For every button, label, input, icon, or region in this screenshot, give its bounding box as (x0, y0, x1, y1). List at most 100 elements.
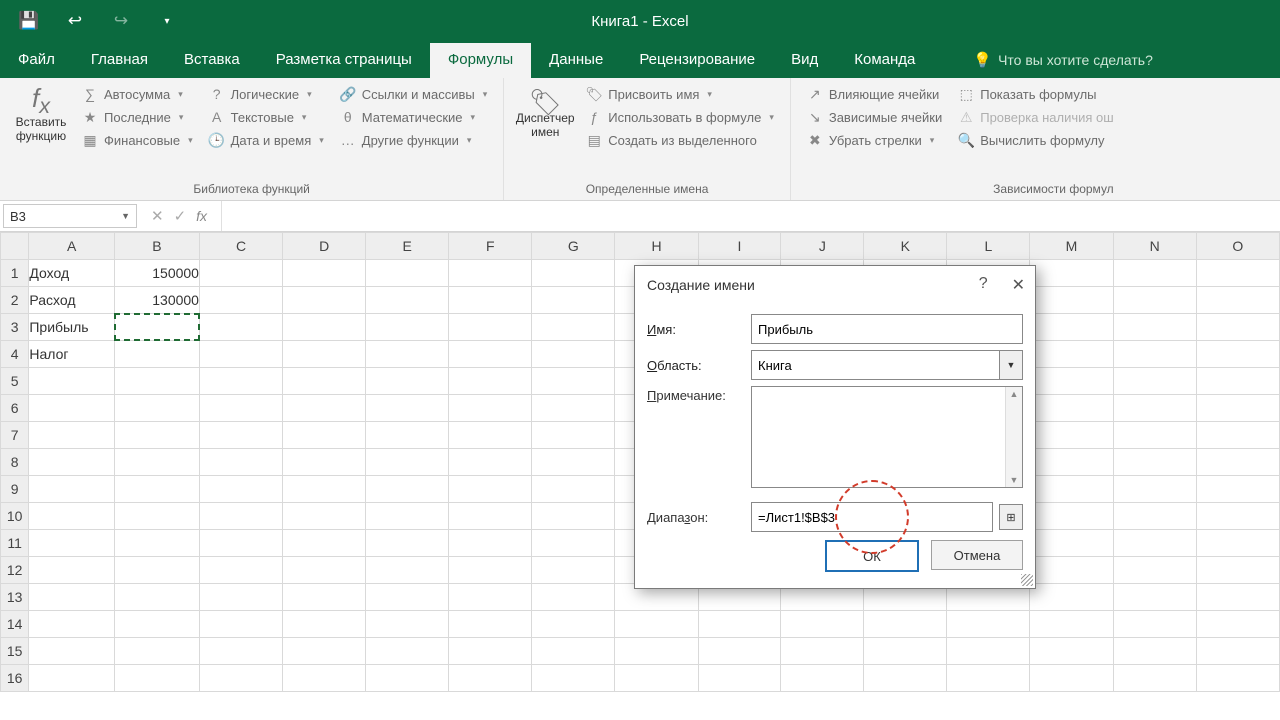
row-header-10[interactable]: 10 (1, 503, 29, 530)
cell-B16[interactable] (114, 665, 199, 692)
cell-A5[interactable] (29, 368, 115, 395)
cell-F1[interactable] (449, 260, 532, 287)
cell-O12[interactable] (1196, 557, 1279, 584)
cell-A6[interactable] (29, 395, 115, 422)
cell-E12[interactable] (366, 557, 449, 584)
cell-H14[interactable] (615, 611, 698, 638)
name-manager-button[interactable]: 🏷 Диспетчер имен (512, 82, 578, 152)
cell-M5[interactable] (1030, 368, 1113, 395)
cell-C7[interactable] (199, 422, 282, 449)
row-header-12[interactable]: 12 (1, 557, 29, 584)
cell-A10[interactable] (29, 503, 115, 530)
cell-C2[interactable] (199, 287, 282, 314)
cell-D11[interactable] (283, 530, 366, 557)
cell-D1[interactable] (283, 260, 366, 287)
range-field[interactable] (751, 502, 993, 532)
note-textarea[interactable]: ▲▼ (751, 386, 1023, 488)
cell-G14[interactable] (532, 611, 615, 638)
cell-G16[interactable] (532, 665, 615, 692)
cell-F15[interactable] (449, 638, 532, 665)
cell-M2[interactable] (1030, 287, 1113, 314)
cell-B9[interactable] (114, 476, 199, 503)
cell-A4[interactable]: Налог (29, 341, 115, 368)
cell-O9[interactable] (1196, 476, 1279, 503)
math-button[interactable]: θМатематические▾ (336, 107, 491, 127)
cell-N9[interactable] (1113, 476, 1196, 503)
col-header-H[interactable]: H (615, 233, 698, 260)
col-header-K[interactable]: K (864, 233, 947, 260)
cell-F14[interactable] (449, 611, 532, 638)
name-box[interactable]: B3 ▼ (3, 204, 137, 228)
cell-N11[interactable] (1113, 530, 1196, 557)
cell-F5[interactable] (449, 368, 532, 395)
cell-A2[interactable]: Расход (29, 287, 115, 314)
cell-H15[interactable] (615, 638, 698, 665)
cell-M10[interactable] (1030, 503, 1113, 530)
cell-M12[interactable] (1030, 557, 1113, 584)
cell-M9[interactable] (1030, 476, 1113, 503)
cell-C1[interactable] (199, 260, 282, 287)
tab-file[interactable]: Файл (0, 43, 73, 78)
cell-O3[interactable] (1196, 314, 1279, 341)
cell-M13[interactable] (1030, 584, 1113, 611)
scope-field[interactable] (751, 350, 999, 380)
cell-O8[interactable] (1196, 449, 1279, 476)
cell-M4[interactable] (1030, 341, 1113, 368)
cell-N5[interactable] (1113, 368, 1196, 395)
cell-F9[interactable] (449, 476, 532, 503)
cell-I14[interactable] (698, 611, 781, 638)
save-icon[interactable]: 💾 (20, 12, 38, 30)
cell-B7[interactable] (114, 422, 199, 449)
cell-C9[interactable] (199, 476, 282, 503)
cell-M15[interactable] (1030, 638, 1113, 665)
row-header-2[interactable]: 2 (1, 287, 29, 314)
resize-grip[interactable] (1021, 574, 1033, 586)
cell-E9[interactable] (366, 476, 449, 503)
tell-me-box[interactable]: 💡 Что вы хотите сделать? (973, 51, 1152, 78)
row-header-13[interactable]: 13 (1, 584, 29, 611)
cell-E2[interactable] (366, 287, 449, 314)
cell-N1[interactable] (1113, 260, 1196, 287)
cell-M11[interactable] (1030, 530, 1113, 557)
cell-N16[interactable] (1113, 665, 1196, 692)
col-header-B[interactable]: B (114, 233, 199, 260)
row-header-8[interactable]: 8 (1, 449, 29, 476)
cell-B10[interactable] (114, 503, 199, 530)
cell-O7[interactable] (1196, 422, 1279, 449)
tab-review[interactable]: Рецензирование (621, 43, 773, 78)
cell-A15[interactable] (29, 638, 115, 665)
col-header-I[interactable]: I (698, 233, 781, 260)
cell-G9[interactable] (532, 476, 615, 503)
autosum-button[interactable]: ∑Автосумма▾ (78, 84, 197, 104)
tab-formulas[interactable]: Формулы (430, 43, 531, 78)
cell-G1[interactable] (532, 260, 615, 287)
error-check-button[interactable]: ⚠Проверка наличия ош (954, 107, 1117, 127)
redo-icon[interactable]: ↪ (112, 12, 130, 30)
cell-C8[interactable] (199, 449, 282, 476)
row-header-4[interactable]: 4 (1, 341, 29, 368)
evaluate-button[interactable]: 🔍Вычислить формулу (954, 130, 1117, 150)
cell-E16[interactable] (366, 665, 449, 692)
cell-B15[interactable] (114, 638, 199, 665)
cell-F8[interactable] (449, 449, 532, 476)
cell-B4[interactable] (114, 341, 199, 368)
cell-B13[interactable] (114, 584, 199, 611)
cell-K14[interactable] (864, 611, 947, 638)
cell-D15[interactable] (283, 638, 366, 665)
lookup-button[interactable]: 🔗Ссылки и массивы▾ (336, 84, 491, 104)
cell-B5[interactable] (114, 368, 199, 395)
cell-F13[interactable] (449, 584, 532, 611)
cell-F11[interactable] (449, 530, 532, 557)
col-header-C[interactable]: C (199, 233, 282, 260)
cell-B6[interactable] (114, 395, 199, 422)
show-formulas-button[interactable]: ⬚Показать формулы (954, 84, 1117, 104)
cell-E14[interactable] (366, 611, 449, 638)
cell-A14[interactable] (29, 611, 115, 638)
range-picker-icon[interactable]: ⊞ (999, 504, 1023, 530)
financial-button[interactable]: ▦Финансовые▾ (78, 130, 197, 150)
cell-C11[interactable] (199, 530, 282, 557)
row-header-15[interactable]: 15 (1, 638, 29, 665)
cell-G8[interactable] (532, 449, 615, 476)
tab-view[interactable]: Вид (773, 43, 836, 78)
row-header-3[interactable]: 3 (1, 314, 29, 341)
